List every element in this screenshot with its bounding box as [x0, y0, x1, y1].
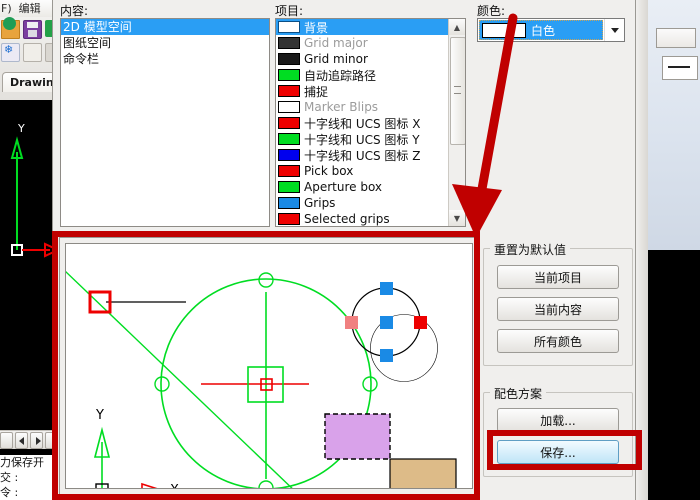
list-item-label: 捕捉	[304, 84, 329, 99]
menu-item-edit[interactable]: 编辑	[19, 2, 41, 15]
command-line[interactable]: 力保存开 交 : 令 :	[0, 455, 58, 500]
command-line-row: 力保存开	[0, 456, 44, 469]
drawing-canvas[interactable]: Y	[0, 100, 58, 430]
list-item-label: 自动追踪路径	[304, 68, 377, 83]
items-list-container[interactable]: 背景 Grid major Grid minor 自动追踪路径 捕捉 Marke…	[275, 18, 466, 227]
color-swatch	[278, 149, 300, 161]
list-item[interactable]: 十字线和 UCS 图标 X	[276, 115, 448, 131]
color-swatch	[278, 37, 300, 49]
list-item[interactable]: Selected grips	[276, 211, 448, 226]
list-item-label: Aperture box	[304, 180, 383, 194]
menu-item-file[interactable]: F)	[1, 2, 12, 15]
svg-text:X: X	[170, 483, 179, 489]
color-scheme-group: 配色方案 加载... 保存...	[483, 385, 633, 477]
drawing-tab[interactable]: Drawing	[2, 72, 58, 92]
contents-list[interactable]: 2D 模型空间 图纸空间 命令栏	[60, 18, 270, 227]
list-item[interactable]: Grips	[276, 195, 448, 211]
drawing-window-colors-dialog: 内容: 2D 模型空间 图纸空间 命令栏 项目: 背景 Grid major G…	[52, 0, 636, 500]
background-canvas-right	[648, 250, 700, 500]
color-swatch	[278, 85, 300, 97]
open-icon[interactable]	[1, 17, 20, 39]
list-item[interactable]: Grid minor	[276, 51, 448, 67]
preview-canvas[interactable]: Y X	[65, 243, 473, 489]
color-swatch	[278, 101, 300, 113]
contents-list-item[interactable]: 命令栏	[61, 51, 269, 67]
color-swatch	[278, 213, 300, 225]
list-item[interactable]: Pick box	[276, 163, 448, 179]
list-item[interactable]: Aperture box	[276, 179, 448, 195]
list-item[interactable]: Grid major	[276, 35, 448, 51]
list-item-label: Grips	[304, 196, 336, 210]
color-swatch	[278, 165, 300, 177]
items-label: 项目:	[275, 4, 304, 18]
preview-drawing: Y X	[66, 270, 457, 489]
color-scheme-title: 配色方案	[490, 385, 547, 402]
color-swatch-preview	[482, 22, 526, 38]
reset-current-item-button[interactable]: 当前项目	[497, 265, 619, 289]
list-item-label: Pick box	[304, 164, 354, 178]
command-line-row: 交 :	[0, 471, 19, 484]
scrollbar-thumb[interactable]	[450, 37, 465, 145]
list-item-label: 十字线和 UCS 图标 Z	[304, 148, 421, 163]
command-line-row: 令 :	[0, 486, 19, 499]
color-swatch	[278, 197, 300, 209]
color-swatch	[278, 21, 300, 33]
items-vertical-scrollbar[interactable]: ▲ ▼	[448, 19, 465, 226]
list-item-label: 十字线和 UCS 图标 X	[304, 116, 421, 131]
items-list[interactable]: 背景 Grid major Grid minor 自动追踪路径 捕捉 Marke…	[276, 19, 448, 226]
contents-list-item[interactable]: 图纸空间	[61, 35, 269, 51]
scroll-right-button[interactable]	[30, 431, 43, 449]
window-edge-strip	[636, 0, 648, 500]
list-item-label: Grid minor	[304, 52, 368, 66]
color-swatch	[278, 133, 300, 145]
list-item-label: Grid major	[304, 36, 368, 50]
contents-list-item[interactable]: 2D 模型空间	[61, 19, 269, 35]
scroll-up-icon[interactable]: ▲	[449, 19, 465, 35]
color-label: 颜色:	[477, 4, 506, 18]
color-value-label: 白色	[531, 23, 556, 38]
chevron-down-icon[interactable]	[604, 19, 624, 41]
reset-all-colors-button[interactable]: 所有颜色	[497, 329, 619, 353]
list-item[interactable]: 自动追踪路径	[276, 67, 448, 83]
list-item-label: 背景	[304, 20, 329, 35]
save-icon[interactable]	[23, 20, 42, 39]
load-scheme-button[interactable]: 加载...	[497, 408, 619, 432]
list-item-label: Marker Blips	[304, 100, 379, 114]
snowflake-icon[interactable]	[1, 43, 20, 62]
svg-text:Y: Y	[17, 122, 25, 135]
panel-widget	[662, 56, 698, 80]
list-item[interactable]: Marker Blips	[276, 99, 448, 115]
reset-defaults-title: 重置为默认值	[490, 241, 571, 258]
scroll-first-button[interactable]	[0, 431, 13, 449]
color-swatch	[278, 69, 300, 81]
contents-label: 内容:	[60, 4, 89, 18]
scroll-down-icon[interactable]: ▼	[449, 210, 465, 226]
print-preview-icon[interactable]	[23, 43, 42, 62]
preview-pane[interactable]: Y X	[59, 237, 479, 495]
list-item[interactable]: 十字线和 UCS 图标 Z	[276, 147, 448, 163]
color-selected-row[interactable]: 白色	[479, 20, 603, 40]
color-dropdown[interactable]: 白色	[477, 18, 625, 42]
color-swatch	[278, 53, 300, 65]
color-swatch	[278, 117, 300, 129]
svg-text:Y: Y	[95, 408, 104, 423]
list-item[interactable]: 十字线和 UCS 图标 Y	[276, 131, 448, 147]
menu-bar[interactable]: F) 编辑	[0, 0, 58, 17]
horizontal-scrollbar[interactable]	[0, 430, 58, 449]
reset-defaults-group: 重置为默认值 当前项目 当前内容 所有颜色	[483, 241, 633, 366]
ucs-icon: Y	[10, 122, 58, 258]
scroll-left-button[interactable]	[15, 431, 28, 449]
panel-widget	[656, 28, 696, 48]
background-panel-right	[648, 0, 700, 250]
reset-current-content-button[interactable]: 当前内容	[497, 297, 619, 321]
list-item[interactable]: 背景	[276, 19, 448, 35]
list-item[interactable]: 捕捉	[276, 83, 448, 99]
color-swatch	[278, 181, 300, 193]
list-item-label: Selected grips	[304, 212, 390, 226]
list-item-label: 十字线和 UCS 图标 Y	[304, 132, 420, 147]
save-scheme-button[interactable]: 保存...	[497, 440, 619, 464]
